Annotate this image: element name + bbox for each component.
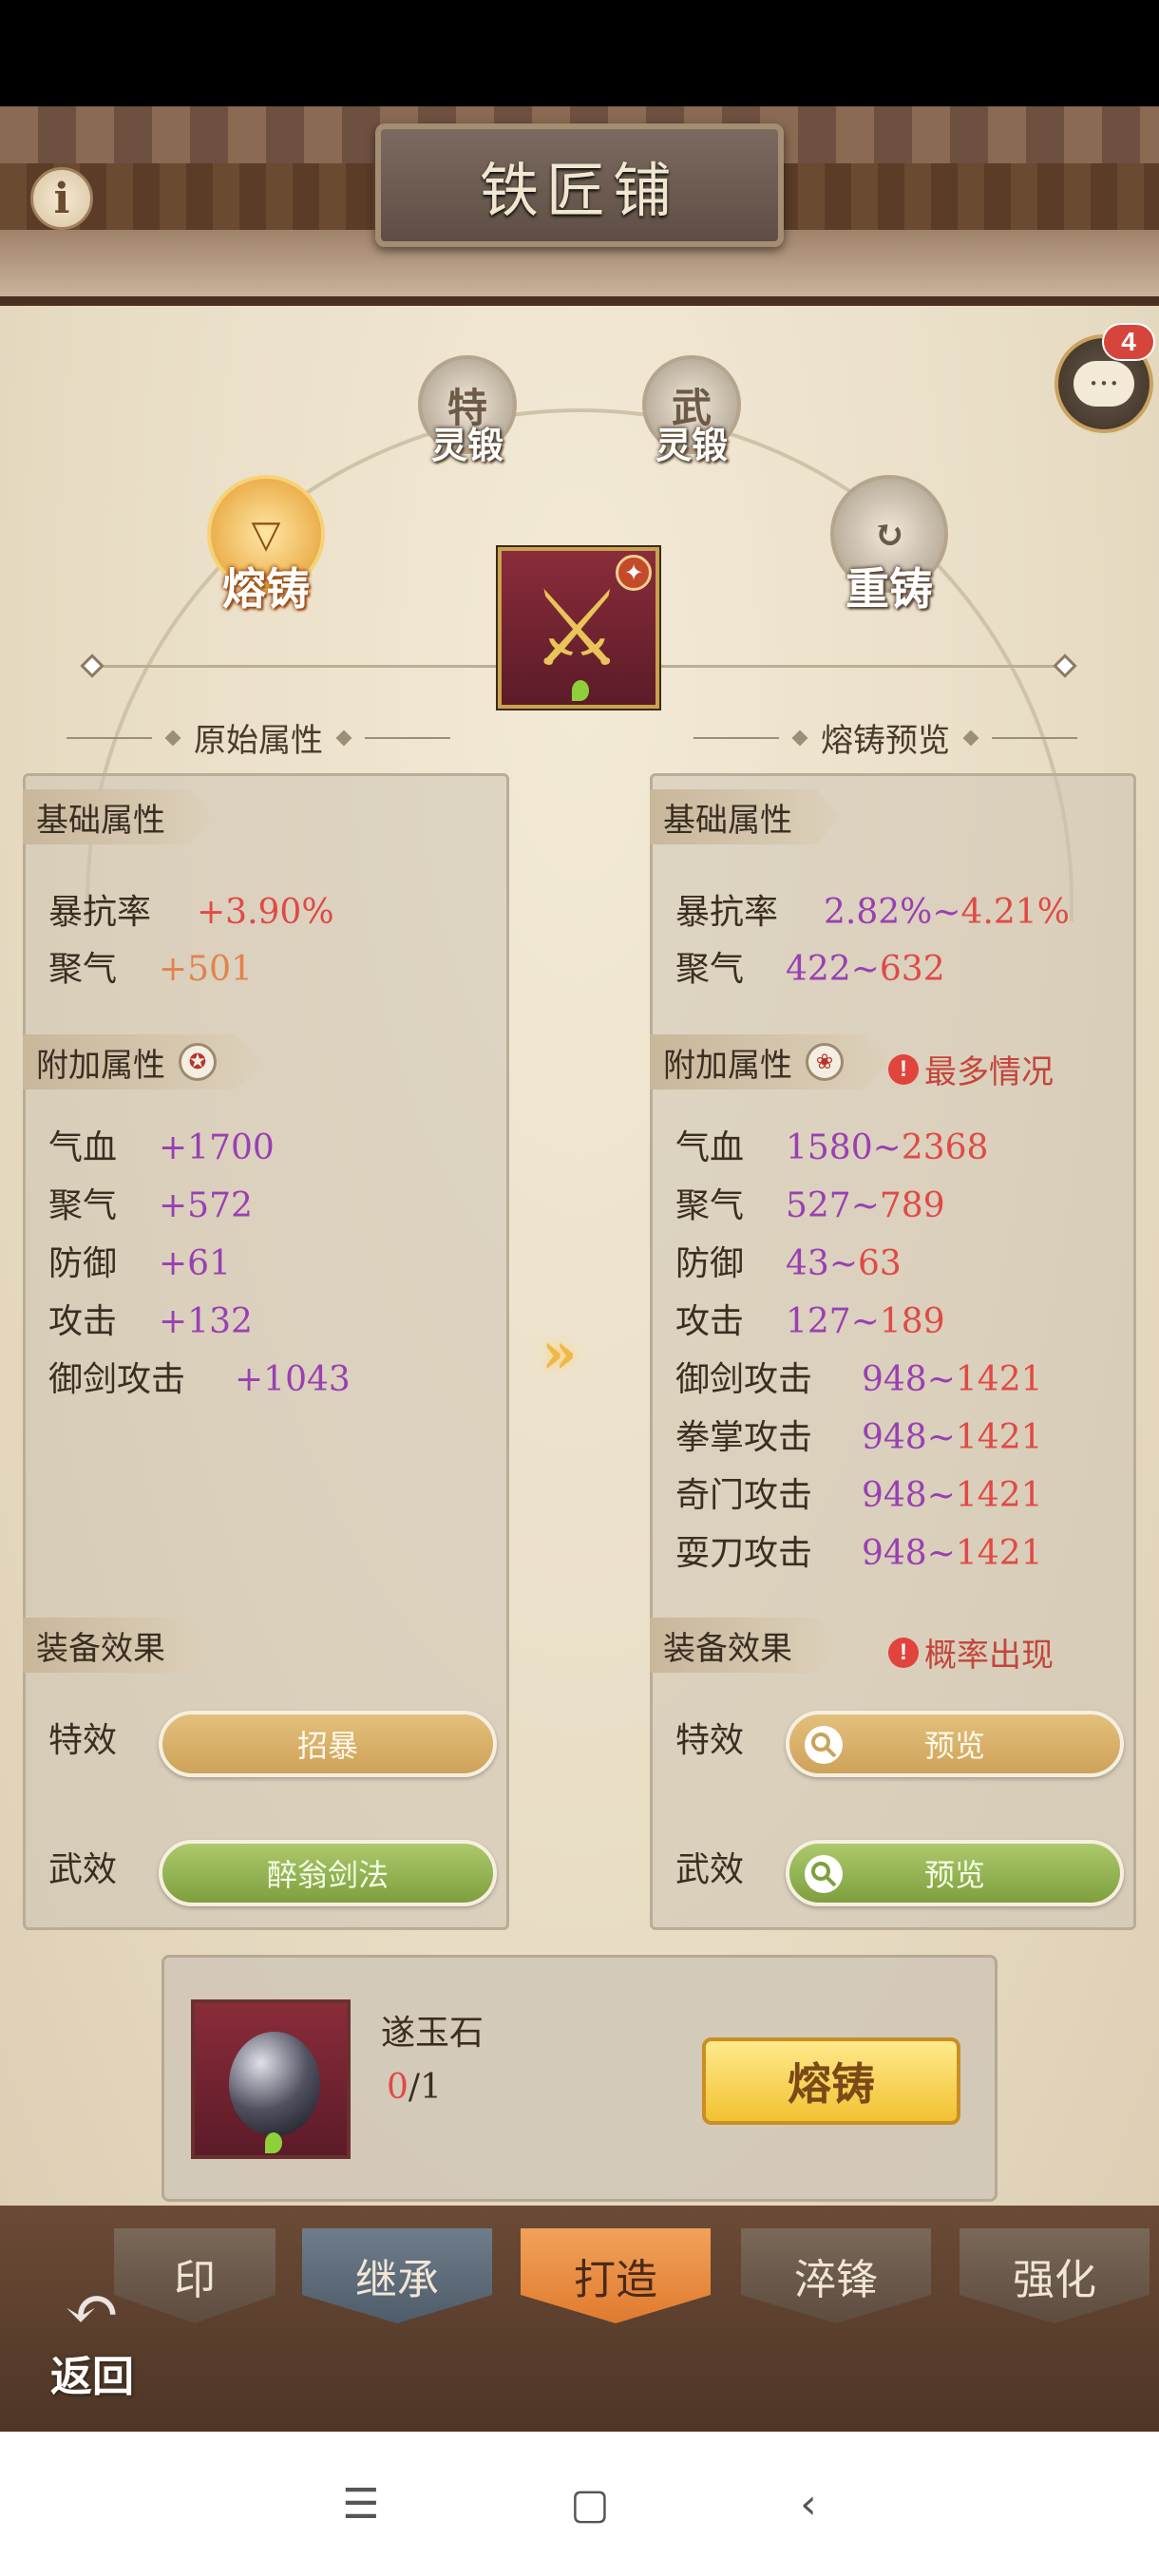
mode-chongzhu-button[interactable]: ↻ 重铸: [830, 475, 948, 617]
martial-effect-preview-button[interactable]: 预览: [786, 1840, 1124, 1906]
mode-wu-label: 灵锻: [655, 424, 728, 466]
left-extra-row: 气血 +1700: [48, 1128, 275, 1167]
left-extra-row: 攻击 +132: [48, 1302, 253, 1341]
home-icon[interactable]: ▢: [570, 2480, 610, 2529]
bottom-nav: 印 继承 打造 淬锋 强化: [0, 2206, 1159, 2434]
left-basic-tag: 基础属性: [23, 789, 213, 844]
mode-chongzhu-label: 重铸: [846, 563, 933, 615]
info-button[interactable]: i: [30, 167, 93, 230]
right-extra-row: 御剑攻击 948 ~1421: [675, 1360, 1043, 1399]
star-badge-icon: ✪: [179, 1043, 217, 1081]
martial-effect-button[interactable]: 醉翁剑法: [159, 1840, 497, 1906]
right-effect2-label: 武效: [675, 1850, 745, 1889]
tab-jicheng[interactable]: 继承: [302, 2228, 492, 2323]
search-icon: [805, 1855, 843, 1893]
left-section-title: 原始属性: [194, 722, 323, 760]
left-effect2-label: 武效: [48, 1850, 118, 1889]
left-extra-row: 聚气 +572: [48, 1186, 253, 1225]
original-attributes-panel: 基础属性 暴抗率 +3.90% 聚气 +501 附加属性 ✪ 气血 +1700 聚气 +…: [23, 773, 509, 1930]
chat-icon: ···: [1074, 361, 1134, 407]
material-name: 遂玉石: [381, 2014, 484, 2053]
right-extra-row: 耍刀攻击 948 ~1421: [675, 1534, 1043, 1573]
right-extra-tag: 附加属性 ❀: [650, 1034, 891, 1089]
left-extra-row: 防御 +61: [48, 1244, 231, 1283]
tab-qianghua[interactable]: 强化: [960, 2228, 1150, 2323]
arrow-right-icon: »: [542, 1320, 578, 1387]
special-effect-preview-button[interactable]: 预览: [786, 1711, 1124, 1777]
left-basic-row: 暴抗率 +3.90%: [48, 893, 334, 932]
right-basic-row: 聚气 422 ~632: [675, 950, 945, 989]
page-title: 铁匠铺: [479, 156, 679, 225]
right-effect1-label: 特效: [675, 1721, 745, 1760]
weapon-icon: ⚔: [530, 568, 624, 690]
right-extra-row: 拳掌攻击 948 ~1421: [675, 1418, 1043, 1457]
right-effect-tag: 装备效果: [650, 1618, 840, 1673]
back-icon[interactable]: ‹: [800, 2480, 817, 2529]
max-case-warning[interactable]: ! 最多情况: [888, 1046, 1054, 1092]
mode-te-lingduan-button[interactable]: 特 灵锻: [418, 355, 517, 468]
tab-dazao[interactable]: 打造: [521, 2228, 711, 2323]
back-arrow-icon: ↶: [64, 2270, 121, 2348]
cast-button[interactable]: 熔铸: [702, 2037, 960, 2125]
mode-rongzhu-label: 熔铸: [222, 563, 310, 615]
equipment-slot[interactable]: ⚔ ✦: [498, 547, 659, 709]
right-basic-row: 暴抗率 2.82% ~4.21%: [675, 893, 1070, 932]
special-effect-button[interactable]: 招暴: [159, 1711, 497, 1777]
right-basic-tag: 基础属性: [650, 789, 840, 844]
probability-warning[interactable]: ! 概率出现: [888, 1629, 1054, 1676]
left-effect1-label: 特效: [48, 1721, 118, 1760]
search-icon: [805, 1726, 843, 1764]
title-plaque: 铁匠铺: [375, 123, 784, 247]
right-extra-row: 聚气 527 ~789: [675, 1186, 945, 1225]
left-extra-row: 御剑攻击 +1043: [48, 1360, 351, 1399]
flower-badge-icon: ❀: [806, 1043, 844, 1081]
right-extra-row: 奇门攻击 948 ~1421: [675, 1476, 1043, 1515]
cast-preview-panel: 基础属性 暴抗率 2.82% ~4.21% 聚气 422 ~632 附加属性 ❀ ! 最…: [650, 773, 1136, 1930]
mode-wu-lingduan-button[interactable]: 武 灵锻: [642, 355, 741, 468]
mode-te-label: 灵锻: [430, 424, 504, 466]
quality-star-icon: ✦: [616, 555, 652, 591]
status-bar: [0, 0, 1159, 106]
right-extra-row: 防御 43 ~63: [675, 1244, 902, 1283]
warning-icon: !: [888, 1637, 919, 1668]
gem-icon: [265, 2132, 282, 2153]
right-section-header: 熔铸预览: [694, 714, 1077, 761]
system-nav-bar: ☰ ▢ ‹: [0, 2432, 1159, 2576]
back-button[interactable]: ↶ 返回: [30, 2276, 154, 2403]
left-basic-row: 聚气 +501: [48, 950, 253, 989]
material-slot[interactable]: [191, 1999, 351, 2159]
left-section-header: 原始属性: [66, 714, 450, 761]
warning-icon: !: [888, 1053, 919, 1085]
mode-rongzhu-button[interactable]: ▽ 熔铸: [207, 475, 325, 617]
material-count: 0/1: [387, 2068, 442, 2107]
left-extra-tag: 附加属性 ✪: [23, 1034, 264, 1089]
chat-badge: 4: [1102, 323, 1155, 361]
right-section-title: 熔铸预览: [821, 722, 950, 760]
material-box: 遂玉石 0/1 熔铸: [162, 1955, 998, 2202]
left-effect-tag: 装备效果: [23, 1618, 213, 1673]
gem-icon: [572, 680, 589, 701]
jade-stone-icon: [229, 2032, 320, 2136]
info-icon: i: [53, 174, 70, 223]
menu-icon[interactable]: ☰: [342, 2480, 379, 2529]
right-extra-row: 攻击 127 ~189: [675, 1302, 945, 1341]
tab-cuifeng[interactable]: 淬锋: [741, 2228, 931, 2323]
right-extra-row: 气血 1580 ~2368: [675, 1128, 989, 1167]
